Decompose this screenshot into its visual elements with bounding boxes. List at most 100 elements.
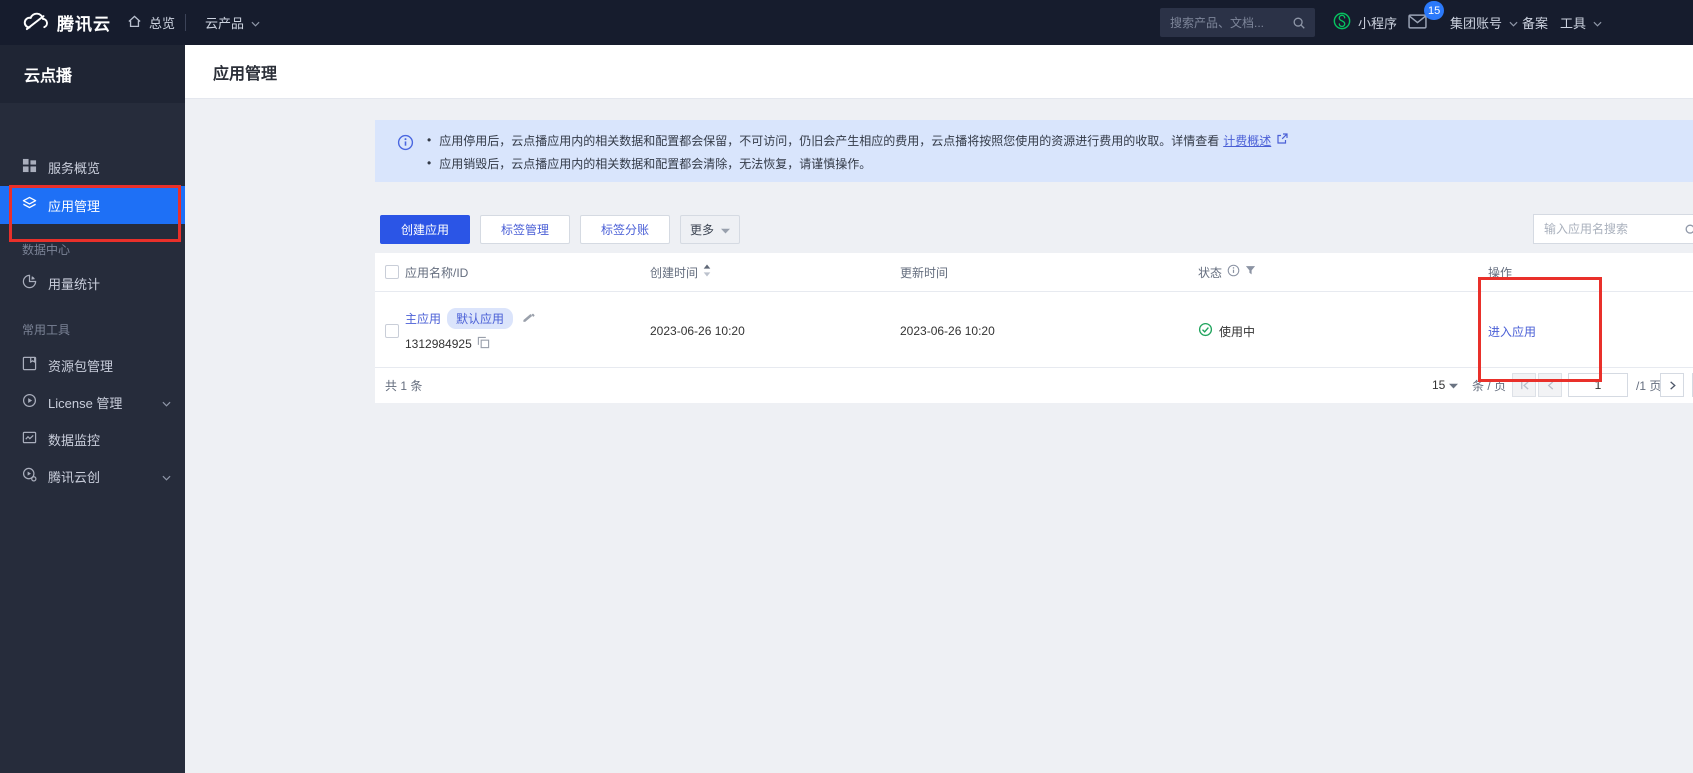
app-id: 1312984925 [405, 337, 472, 351]
sidebar-item-tencent-cloud-media[interactable]: 腾讯云创 [0, 457, 185, 495]
sidebar-item-label: 腾讯云创 [48, 467, 100, 486]
sort-icon[interactable] [703, 264, 711, 280]
nav-group-account[interactable]: 集团账号 [1450, 0, 1518, 45]
page-title: 应用管理 [213, 45, 277, 98]
play-circle-icon [22, 393, 37, 411]
nav-tools[interactable]: 工具 [1560, 0, 1602, 45]
action-cell: 进入应用 [1488, 323, 1536, 339]
mini-program-icon [1333, 12, 1351, 33]
page-number-input[interactable] [1568, 373, 1628, 397]
external-link-icon[interactable] [1276, 133, 1288, 148]
message-count-badge: 15 [1424, 1, 1444, 20]
column-header-name: 应用名称/ID [405, 253, 468, 291]
nav-beian-label: 备案 [1522, 13, 1548, 32]
sidebar-item-usage-stats[interactable]: 用量统计 [0, 264, 185, 302]
column-header-action: 操作 [1488, 253, 1512, 291]
edit-pencil-icon[interactable] [522, 310, 536, 327]
column-header-updated: 更新时间 [900, 253, 948, 291]
bullet: • [427, 133, 431, 147]
bullet: • [427, 156, 431, 170]
media-circle-icon [22, 467, 37, 485]
nav-mini-program[interactable]: 小程序 [1333, 0, 1397, 45]
nav-beian[interactable]: 备案 [1522, 0, 1548, 45]
tag-split-button[interactable]: 标签分账 [580, 215, 670, 244]
app-table: 应用名称/ID 创建时间 更新时间 状态 操作 主应用 默认应用 [375, 253, 1693, 403]
create-app-label: 创建应用 [401, 221, 449, 238]
package-icon [22, 356, 37, 374]
nav-overview-label: 总览 [149, 13, 175, 32]
sidebar-item-resource-packages[interactable]: 资源包管理 [0, 346, 185, 384]
filter-funnel-icon[interactable] [1245, 265, 1256, 279]
search-icon[interactable] [1684, 223, 1693, 240]
brand-name: 腾讯云 [57, 10, 111, 35]
nav-products[interactable]: 云产品 [205, 0, 260, 45]
caret-down-icon [721, 223, 730, 237]
prev-page-button[interactable] [1538, 373, 1562, 397]
nav-tools-label: 工具 [1560, 13, 1586, 32]
updated-time-cell: 2023-06-26 10:20 [900, 323, 995, 339]
tag-split-label: 标签分账 [601, 221, 649, 238]
status-check-icon [1198, 322, 1213, 340]
app-name-link[interactable]: 主应用 [405, 310, 441, 327]
chevron-down-icon [162, 395, 171, 410]
caret-down-icon [1449, 378, 1458, 392]
billing-overview-link[interactable]: 计费概述 [1223, 132, 1271, 149]
sidebar-item-service-overview[interactable]: 服务概览 [0, 148, 185, 186]
column-header-created[interactable]: 创建时间 [650, 253, 711, 291]
tag-manage-button[interactable]: 标签管理 [480, 215, 570, 244]
chevron-down-icon [1509, 15, 1518, 30]
nav-products-label: 云产品 [205, 13, 244, 32]
copy-icon[interactable] [477, 336, 490, 352]
home-icon [127, 14, 142, 32]
topbar-search-box[interactable] [1160, 8, 1315, 37]
sidebar-item-app-management[interactable]: 应用管理 [0, 186, 185, 224]
sidebar-section-common-tools: 常用工具 [22, 321, 70, 338]
row-checkbox[interactable] [385, 324, 399, 338]
sidebar-item-label: 数据监控 [48, 430, 100, 449]
next-page-button[interactable] [1660, 373, 1684, 397]
tencent-cloud-logo[interactable]: 腾讯云 [22, 0, 111, 45]
search-icon[interactable] [1292, 16, 1306, 33]
monitor-chart-icon [22, 430, 37, 448]
chevron-down-icon [251, 15, 260, 30]
product-title: 云点播 [0, 45, 185, 103]
created-time-cell: 2023-06-26 10:20 [650, 323, 745, 339]
default-app-badge: 默认应用 [447, 308, 513, 329]
total-count: 共 1 条 [385, 373, 422, 397]
tag-manage-label: 标签管理 [501, 221, 549, 238]
nav-divider [185, 14, 186, 31]
more-button[interactable]: 更多 [680, 215, 740, 244]
info-icon[interactable] [1227, 264, 1240, 280]
select-all-checkbox[interactable] [385, 265, 399, 279]
sidebar-section-data-center: 数据中心 [22, 241, 70, 258]
app-search-box[interactable] [1533, 214, 1693, 244]
page-size-select[interactable]: 15 [1432, 373, 1458, 397]
grid-icon [22, 158, 37, 176]
sidebar-item-label: 服务概览 [48, 158, 100, 177]
app-search-input[interactable] [1534, 215, 1693, 243]
nav-mini-program-label: 小程序 [1358, 13, 1397, 32]
column-header-status[interactable]: 状态 [1198, 253, 1256, 291]
banner-line2: 应用销毁后，云点播应用内的相关数据和配置都会清除，无法恢复，请谨慎操作。 [439, 155, 871, 172]
pie-chart-icon [22, 274, 37, 292]
create-app-button[interactable]: 创建应用 [380, 215, 470, 244]
status-cell: 使用中 [1198, 323, 1255, 339]
sidebar: 云点播 服务概览 应用管理 数据中心 用量统计 常用工具 资源包管理 Licen… [0, 45, 185, 773]
nav-overview[interactable]: 总览 [127, 0, 175, 45]
row-divider [375, 367, 1693, 368]
app-name-cell: 主应用 默认应用 [405, 309, 536, 327]
status-label: 使用中 [1219, 323, 1255, 340]
layers-icon [22, 196, 37, 214]
page-total-label: /1 页 [1636, 373, 1661, 397]
enter-app-link[interactable]: 进入应用 [1488, 323, 1536, 340]
page-size-value: 15 [1432, 378, 1445, 392]
sidebar-item-label: 应用管理 [48, 196, 100, 215]
chevron-down-icon [162, 469, 171, 484]
more-label: 更多 [690, 221, 714, 238]
sidebar-item-label: License 管理 [48, 393, 122, 412]
first-page-button[interactable] [1512, 373, 1536, 397]
sidebar-item-data-monitoring[interactable]: 数据监控 [0, 420, 185, 458]
sidebar-item-license-management[interactable]: License 管理 [0, 383, 185, 421]
info-banner: • 应用停用后，云点播应用内的相关数据和配置都会保留，不可访问，仍旧会产生相应的… [375, 120, 1693, 182]
top-nav-bar: 腾讯云 总览 云产品 小程序 15 集团账号 [0, 0, 1693, 45]
